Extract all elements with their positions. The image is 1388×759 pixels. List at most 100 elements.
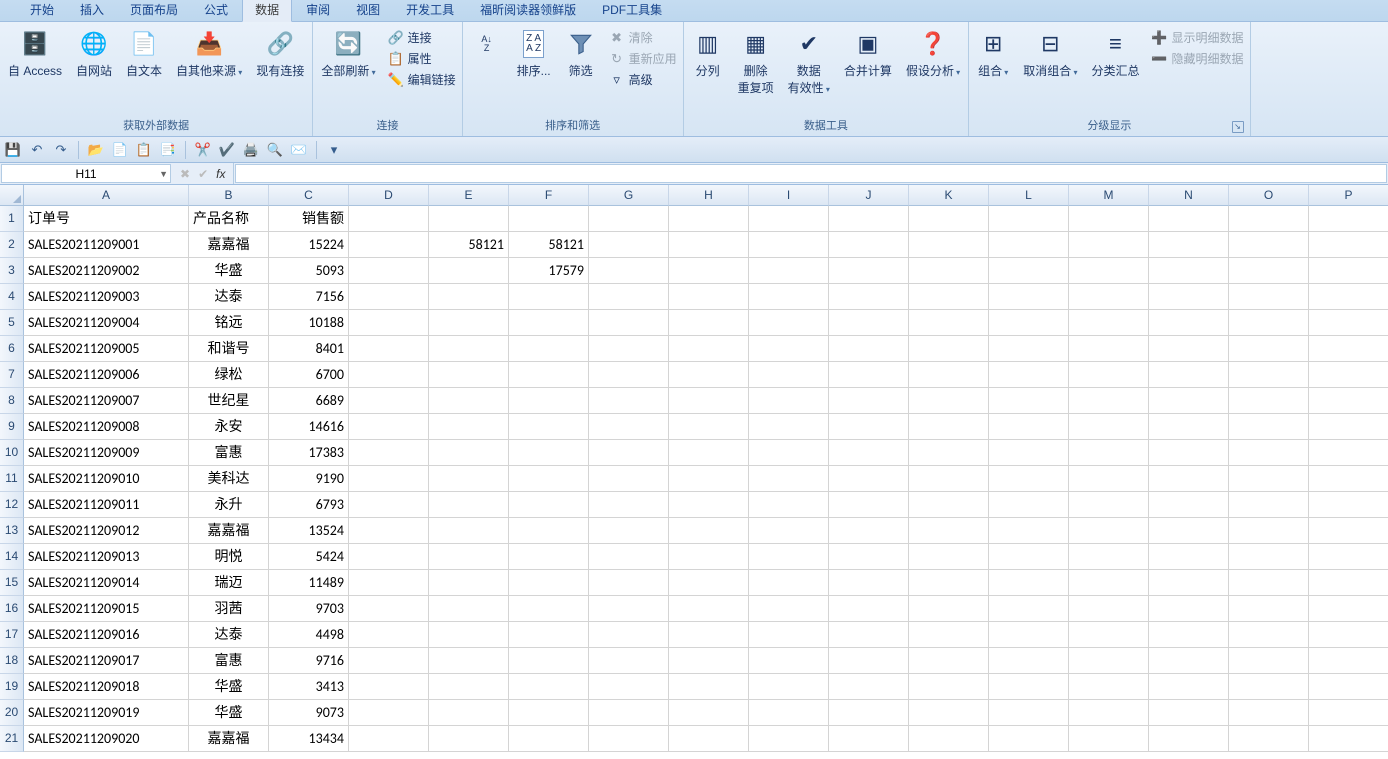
tab-数据[interactable]: 数据 xyxy=(242,0,292,22)
cell-C18[interactable]: 9716 xyxy=(269,648,349,674)
cell-L12[interactable] xyxy=(989,492,1069,518)
cell-C16[interactable]: 9703 xyxy=(269,596,349,622)
select-all-corner[interactable] xyxy=(0,185,24,206)
tab-福昕阅读器领鲜版[interactable]: 福昕阅读器领鲜版 xyxy=(468,0,588,21)
cell-I6[interactable] xyxy=(749,336,829,362)
cell-D16[interactable] xyxy=(349,596,429,622)
cell-P3[interactable] xyxy=(1309,258,1388,284)
cell-C6[interactable]: 8401 xyxy=(269,336,349,362)
cell-A7[interactable]: SALES20211209006 xyxy=(24,362,189,388)
cell-H3[interactable] xyxy=(669,258,749,284)
from-other-button[interactable]: 📥自其他来源 xyxy=(172,26,246,81)
cell-A10[interactable]: SALES20211209009 xyxy=(24,440,189,466)
cell-B12[interactable]: 永升 xyxy=(189,492,269,518)
cell-C1[interactable]: 销售额 xyxy=(269,206,349,232)
cell-K16[interactable] xyxy=(909,596,989,622)
row-header-13[interactable]: 13 xyxy=(0,518,24,544)
name-box[interactable]: H11 ▼ xyxy=(1,164,171,183)
from-text-button[interactable]: 📄自文本 xyxy=(122,26,166,81)
cell-C13[interactable]: 13524 xyxy=(269,518,349,544)
cell-D8[interactable] xyxy=(349,388,429,414)
cell-L10[interactable] xyxy=(989,440,1069,466)
cell-D5[interactable] xyxy=(349,310,429,336)
cell-M16[interactable] xyxy=(1069,596,1149,622)
cell-G21[interactable] xyxy=(589,726,669,752)
cell-F9[interactable] xyxy=(509,414,589,440)
copy-icon[interactable]: 📑 xyxy=(159,141,177,159)
cell-D10[interactable] xyxy=(349,440,429,466)
sort-button[interactable]: Z AA Z排序... xyxy=(513,26,555,81)
cell-F1[interactable] xyxy=(509,206,589,232)
cell-L6[interactable] xyxy=(989,336,1069,362)
cell-A6[interactable]: SALES20211209005 xyxy=(24,336,189,362)
cell-O5[interactable] xyxy=(1229,310,1309,336)
cell-N4[interactable] xyxy=(1149,284,1229,310)
cell-P17[interactable] xyxy=(1309,622,1388,648)
cell-D13[interactable] xyxy=(349,518,429,544)
filter-button[interactable]: 筛选 xyxy=(561,26,601,81)
cell-N12[interactable] xyxy=(1149,492,1229,518)
cell-N1[interactable] xyxy=(1149,206,1229,232)
row-header-9[interactable]: 9 xyxy=(0,414,24,440)
cell-A16[interactable]: SALES20211209015 xyxy=(24,596,189,622)
cell-P7[interactable] xyxy=(1309,362,1388,388)
cell-C21[interactable]: 13434 xyxy=(269,726,349,752)
cell-C20[interactable]: 9073 xyxy=(269,700,349,726)
cell-F5[interactable] xyxy=(509,310,589,336)
cell-O20[interactable] xyxy=(1229,700,1309,726)
cell-H17[interactable] xyxy=(669,622,749,648)
cell-B17[interactable]: 达泰 xyxy=(189,622,269,648)
data-valid-button[interactable]: ✔数据 有效性 xyxy=(784,26,834,98)
tab-开发工具[interactable]: 开发工具 xyxy=(394,0,466,21)
col-header-N[interactable]: N xyxy=(1149,185,1229,206)
cell-B19[interactable]: 华盛 xyxy=(189,674,269,700)
cell-K1[interactable] xyxy=(909,206,989,232)
cell-D6[interactable] xyxy=(349,336,429,362)
cell-L13[interactable] xyxy=(989,518,1069,544)
cell-M14[interactable] xyxy=(1069,544,1149,570)
cell-J9[interactable] xyxy=(829,414,909,440)
tab-审阅[interactable]: 审阅 xyxy=(294,0,342,21)
cell-J12[interactable] xyxy=(829,492,909,518)
cell-B3[interactable]: 华盛 xyxy=(189,258,269,284)
save-icon[interactable]: 💾 xyxy=(4,141,22,159)
tab-PDF工具集[interactable]: PDF工具集 xyxy=(590,0,674,21)
cell-C11[interactable]: 9190 xyxy=(269,466,349,492)
cell-I19[interactable] xyxy=(749,674,829,700)
tab-插入[interactable]: 插入 xyxy=(68,0,116,21)
cell-P2[interactable] xyxy=(1309,232,1388,258)
cell-K6[interactable] xyxy=(909,336,989,362)
cell-H19[interactable] xyxy=(669,674,749,700)
cell-J8[interactable] xyxy=(829,388,909,414)
cell-I3[interactable] xyxy=(749,258,829,284)
cell-N10[interactable] xyxy=(1149,440,1229,466)
ungroup-button[interactable]: ⊟取消组合 xyxy=(1019,26,1081,81)
row-header-4[interactable]: 4 xyxy=(0,284,24,310)
cell-P15[interactable] xyxy=(1309,570,1388,596)
open-icon[interactable]: 📂 xyxy=(87,141,105,159)
cell-F17[interactable] xyxy=(509,622,589,648)
formula-input[interactable] xyxy=(235,164,1387,183)
cell-J5[interactable] xyxy=(829,310,909,336)
cell-B1[interactable]: 产品名称 xyxy=(189,206,269,232)
cell-O3[interactable] xyxy=(1229,258,1309,284)
cell-P13[interactable] xyxy=(1309,518,1388,544)
cell-I16[interactable] xyxy=(749,596,829,622)
col-header-M[interactable]: M xyxy=(1069,185,1149,206)
cell-F15[interactable] xyxy=(509,570,589,596)
cell-B8[interactable]: 世纪星 xyxy=(189,388,269,414)
cell-E5[interactable] xyxy=(429,310,509,336)
cell-G4[interactable] xyxy=(589,284,669,310)
row-header-3[interactable]: 3 xyxy=(0,258,24,284)
cell-A2[interactable]: SALES20211209001 xyxy=(24,232,189,258)
cell-D15[interactable] xyxy=(349,570,429,596)
cell-F4[interactable] xyxy=(509,284,589,310)
cell-C2[interactable]: 15224 xyxy=(269,232,349,258)
from-access-button[interactable]: 🗄️自 Access xyxy=(4,26,66,81)
cell-E18[interactable] xyxy=(429,648,509,674)
cell-M8[interactable] xyxy=(1069,388,1149,414)
cell-B15[interactable]: 瑞迈 xyxy=(189,570,269,596)
cell-J17[interactable] xyxy=(829,622,909,648)
tab-页面布局[interactable]: 页面布局 xyxy=(118,0,190,21)
cell-N8[interactable] xyxy=(1149,388,1229,414)
